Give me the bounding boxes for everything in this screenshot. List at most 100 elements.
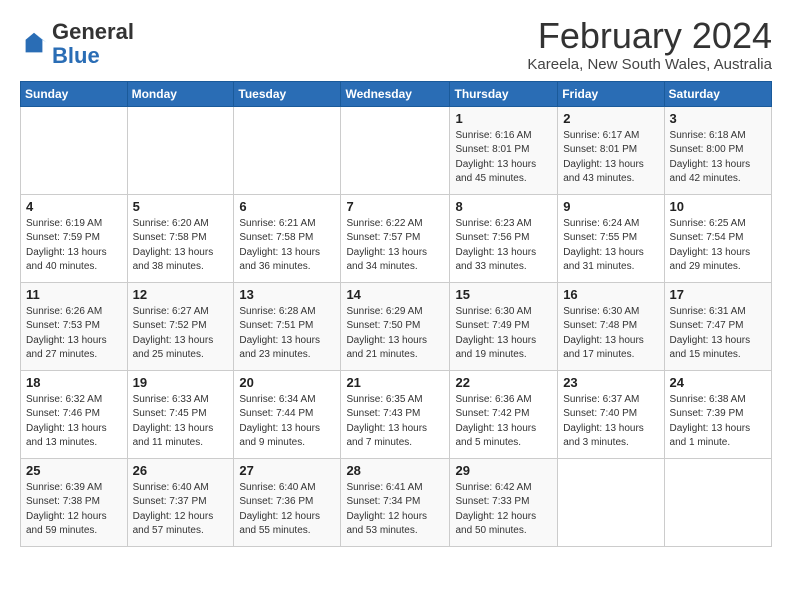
day-info: Sunrise: 6:31 AMSunset: 7:47 PMDaylight:… [670, 305, 766, 363]
day-headers-row: SundayMondayTuesdayWednesdayThursdayFrid… [21, 81, 772, 106]
calendar-cell: 10Sunrise: 6:25 AMSunset: 7:54 PMDayligh… [664, 194, 771, 282]
day-number: 5 [133, 199, 229, 214]
calendar-cell [234, 106, 341, 194]
calendar-cell [558, 458, 664, 546]
calendar-cell: 15 Sunrise: 6:30 AMSunset: 7:49 PMDayligh… [450, 282, 558, 370]
day-info: Sunrise: 6:41 AMSunset: 7:34 PMDaylight:… [346, 481, 444, 539]
calendar-cell: 13 Sunrise: 6:28 AMSunset: 7:51 PMDayligh… [234, 282, 341, 370]
logo: General Blue [20, 20, 134, 68]
calendar: SundayMondayTuesdayWednesdayThursdayFrid… [20, 81, 772, 547]
day-info: Sunrise: 6:29 AMSunset: 7:50 PMDaylight:… [346, 305, 444, 363]
day-header-wednesday: Wednesday [341, 81, 450, 106]
day-number: 26 [133, 463, 229, 478]
header: General Blue February 2024 Kareela, New … [20, 16, 772, 73]
day-number: 16 [563, 287, 658, 302]
calendar-cell: 22 Sunrise: 6:36 AMSunset: 7:42 PMDayligh… [450, 370, 558, 458]
day-number: 21 [346, 375, 444, 390]
day-number: 19 [133, 375, 229, 390]
day-number: 17 [670, 287, 766, 302]
day-info: Sunrise: 6:24 AMSunset: 7:55 PMDaylight:… [563, 217, 658, 275]
calendar-cell: 19Sunrise: 6:33 AMSunset: 7:45 PMDayligh… [127, 370, 234, 458]
day-number: 20 [239, 375, 335, 390]
day-info: Sunrise: 6:32 AMSunset: 7:46 PMDaylight:… [26, 393, 122, 451]
calendar-cell: 27Sunrise: 6:40 AMSunset: 7:36 PMDayligh… [234, 458, 341, 546]
calendar-cell: 23 Sunrise: 6:37 AMSunset: 7:40 PMDayligh… [558, 370, 664, 458]
day-info: Sunrise: 6:17 AMSunset: 8:01 PMDaylight:… [563, 129, 658, 187]
week-row-2: 11Sunrise: 6:26 AMSunset: 7:53 PMDayligh… [21, 282, 772, 370]
day-info: Sunrise: 6:30 AMSunset: 7:49 PMDaylight:… [455, 305, 552, 363]
calendar-cell: 3Sunrise: 6:18 AMSunset: 8:00 PMDaylight… [664, 106, 771, 194]
calendar-cell: 11Sunrise: 6:26 AMSunset: 7:53 PMDayligh… [21, 282, 128, 370]
day-info: Sunrise: 6:38 AMSunset: 7:39 PMDaylight:… [670, 393, 766, 451]
calendar-cell: 5 Sunrise: 6:20 AMSunset: 7:58 PMDaylight… [127, 194, 234, 282]
location-subtitle: Kareela, New South Wales, Australia [527, 56, 772, 73]
day-info: Sunrise: 6:39 AMSunset: 7:38 PMDaylight:… [26, 481, 122, 539]
calendar-cell: 1Sunrise: 6:16 AMSunset: 8:01 PMDaylight… [450, 106, 558, 194]
calendar-cell: 16 Sunrise: 6:30 AMSunset: 7:48 PMDayligh… [558, 282, 664, 370]
day-number: 27 [239, 463, 335, 478]
day-header-friday: Friday [558, 81, 664, 106]
day-number: 25 [26, 463, 122, 478]
calendar-header: SundayMondayTuesdayWednesdayThursdayFrid… [21, 81, 772, 106]
calendar-cell: 26 Sunrise: 6:40 AMSunset: 7:37 PMDayligh… [127, 458, 234, 546]
day-number: 18 [26, 375, 122, 390]
day-info: Sunrise: 6:42 AMSunset: 7:33 PMDaylight:… [455, 481, 552, 539]
day-number: 7 [346, 199, 444, 214]
logo-blue: Blue [52, 43, 100, 68]
week-row-0: 1Sunrise: 6:16 AMSunset: 8:01 PMDaylight… [21, 106, 772, 194]
calendar-cell: 29 Sunrise: 6:42 AMSunset: 7:33 PMDayligh… [450, 458, 558, 546]
day-number: 23 [563, 375, 658, 390]
calendar-cell: 12 Sunrise: 6:27 AMSunset: 7:52 PMDayligh… [127, 282, 234, 370]
calendar-cell: 24 Sunrise: 6:38 AMSunset: 7:39 PMDayligh… [664, 370, 771, 458]
week-row-3: 18 Sunrise: 6:32 AMSunset: 7:46 PMDayligh… [21, 370, 772, 458]
calendar-cell: 21 Sunrise: 6:35 AMSunset: 7:43 PMDayligh… [341, 370, 450, 458]
calendar-cell: 8 Sunrise: 6:23 AMSunset: 7:56 PMDaylight… [450, 194, 558, 282]
calendar-cell: 2 Sunrise: 6:17 AMSunset: 8:01 PMDaylight… [558, 106, 664, 194]
day-header-saturday: Saturday [664, 81, 771, 106]
calendar-body: 1Sunrise: 6:16 AMSunset: 8:01 PMDaylight… [21, 106, 772, 546]
day-number: 24 [670, 375, 766, 390]
day-info: Sunrise: 6:27 AMSunset: 7:52 PMDaylight:… [133, 305, 229, 363]
calendar-cell: 17 Sunrise: 6:31 AMSunset: 7:47 PMDayligh… [664, 282, 771, 370]
title-area: February 2024 Kareela, New South Wales, … [527, 16, 772, 73]
logo-general: General [52, 19, 134, 44]
day-number: 1 [455, 111, 552, 126]
calendar-cell: 28 Sunrise: 6:41 AMSunset: 7:34 PMDayligh… [341, 458, 450, 546]
logo-icon [20, 30, 48, 58]
calendar-cell: 18 Sunrise: 6:32 AMSunset: 7:46 PMDayligh… [21, 370, 128, 458]
day-number: 8 [455, 199, 552, 214]
day-number: 15 [455, 287, 552, 302]
day-header-sunday: Sunday [21, 81, 128, 106]
day-number: 2 [563, 111, 658, 126]
day-number: 12 [133, 287, 229, 302]
day-header-monday: Monday [127, 81, 234, 106]
day-info: Sunrise: 6:26 AMSunset: 7:53 PMDaylight:… [26, 305, 122, 363]
day-number: 28 [346, 463, 444, 478]
day-info: Sunrise: 6:34 AMSunset: 7:44 PMDaylight:… [239, 393, 335, 451]
calendar-cell [21, 106, 128, 194]
day-number: 6 [239, 199, 335, 214]
week-row-1: 4 Sunrise: 6:19 AMSunset: 7:59 PMDaylight… [21, 194, 772, 282]
day-number: 13 [239, 287, 335, 302]
day-info: Sunrise: 6:40 AMSunset: 7:37 PMDaylight:… [133, 481, 229, 539]
calendar-cell: 25 Sunrise: 6:39 AMSunset: 7:38 PMDayligh… [21, 458, 128, 546]
calendar-cell [341, 106, 450, 194]
day-header-tuesday: Tuesday [234, 81, 341, 106]
day-info: Sunrise: 6:20 AMSunset: 7:58 PMDaylight:… [133, 217, 229, 275]
day-info: Sunrise: 6:37 AMSunset: 7:40 PMDaylight:… [563, 393, 658, 451]
day-number: 4 [26, 199, 122, 214]
day-info: Sunrise: 6:30 AMSunset: 7:48 PMDaylight:… [563, 305, 658, 363]
day-info: Sunrise: 6:23 AMSunset: 7:56 PMDaylight:… [455, 217, 552, 275]
calendar-cell: 9 Sunrise: 6:24 AMSunset: 7:55 PMDaylight… [558, 194, 664, 282]
calendar-cell: 6Sunrise: 6:21 AMSunset: 7:58 PMDaylight… [234, 194, 341, 282]
day-info: Sunrise: 6:36 AMSunset: 7:42 PMDaylight:… [455, 393, 552, 451]
day-number: 29 [455, 463, 552, 478]
day-number: 3 [670, 111, 766, 126]
day-number: 22 [455, 375, 552, 390]
day-header-thursday: Thursday [450, 81, 558, 106]
day-info: Sunrise: 6:19 AMSunset: 7:59 PMDaylight:… [26, 217, 122, 275]
day-number: 9 [563, 199, 658, 214]
day-info: Sunrise: 6:35 AMSunset: 7:43 PMDaylight:… [346, 393, 444, 451]
calendar-cell: 4 Sunrise: 6:19 AMSunset: 7:59 PMDaylight… [21, 194, 128, 282]
day-info: Sunrise: 6:28 AMSunset: 7:51 PMDaylight:… [239, 305, 335, 363]
